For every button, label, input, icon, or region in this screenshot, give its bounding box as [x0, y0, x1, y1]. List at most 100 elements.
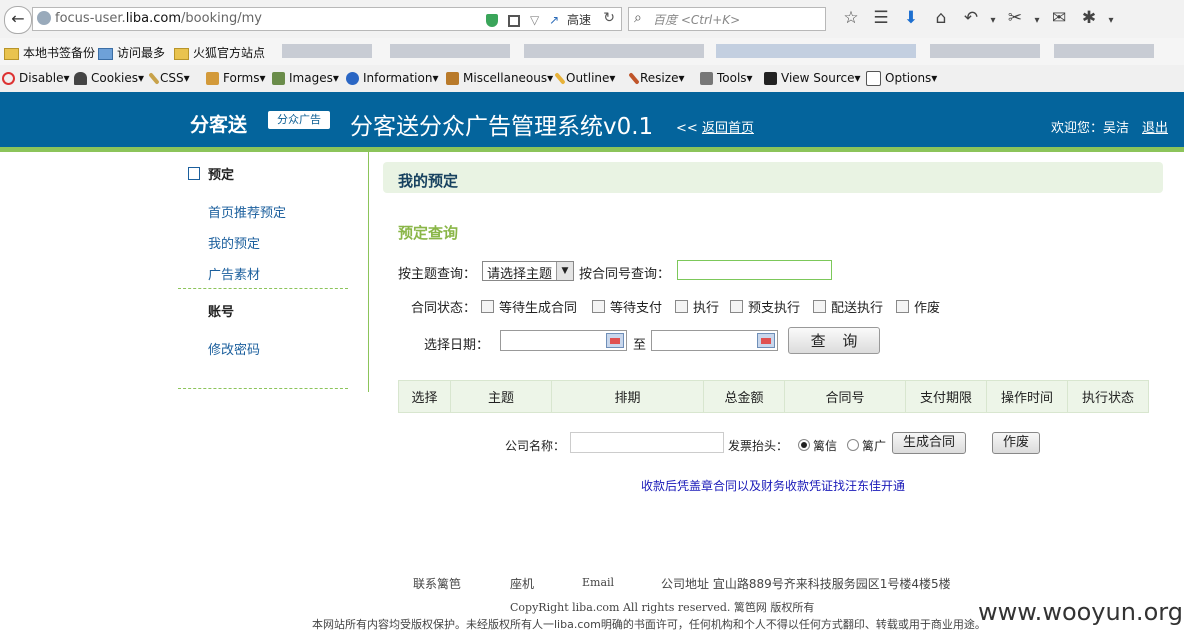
devbar-images[interactable]: Images▾	[272, 71, 339, 85]
devbar-forms[interactable]: Forms▾	[206, 71, 266, 85]
document-icon	[188, 167, 200, 180]
bookmark-item[interactable]: 火狐官方站点	[174, 44, 265, 61]
sidebar-section-booking: 预定	[208, 168, 235, 183]
sidebar-divider	[178, 388, 348, 389]
invoice-label: 发票抬头：	[728, 439, 789, 453]
company-label: 公司名称：	[505, 439, 566, 453]
blurred-bookmark	[282, 44, 372, 58]
radio-icon	[798, 439, 810, 451]
download-icon[interactable]: ⬇	[896, 8, 926, 28]
devbar-information[interactable]: Information▾	[346, 71, 439, 85]
bookmark-item[interactable]: 本地书签备份	[4, 44, 95, 61]
speed-label[interactable]: 高速	[567, 13, 591, 27]
calendar-icon[interactable]	[606, 333, 624, 348]
devbar-css[interactable]: CSS▾	[148, 71, 190, 85]
chat-icon[interactable]: ✉	[1044, 8, 1074, 28]
column-header: 操作时间	[986, 380, 1068, 413]
status-checkbox-pending-payment[interactable]: 等待支付	[592, 297, 662, 316]
checkbox-icon	[592, 300, 605, 313]
status-checkbox-prepaid[interactable]: 预支执行	[730, 297, 800, 316]
sidebar-item-ad-material[interactable]: 广告素材	[208, 264, 260, 283]
shield-icon[interactable]	[486, 14, 499, 27]
undo-icon[interactable]: ↶	[956, 8, 986, 28]
images-icon	[272, 72, 285, 85]
forms-icon	[206, 72, 219, 85]
end-date-input[interactable]	[651, 330, 778, 351]
speed-icon[interactable]: ↗	[549, 13, 559, 27]
devbar-view-source[interactable]: View Source▾	[764, 71, 861, 85]
status-checkbox-executing[interactable]: 执行	[675, 297, 719, 316]
globe-icon	[37, 11, 51, 25]
generate-contract-button[interactable]: 生成合同	[892, 432, 966, 454]
site-header: 分客送 分众广告 分客送分众广告管理系统v0.1 << 返回首页 欢迎您：吴洁 …	[0, 92, 1184, 147]
menu-arrow-icon[interactable]: ▾	[986, 15, 1000, 26]
blurred-bookmark	[1054, 44, 1154, 58]
contract-number-input[interactable]	[677, 260, 832, 280]
sidebar-item-my-booking[interactable]: 我的预定	[208, 233, 260, 252]
company-name-input[interactable]	[570, 432, 724, 453]
devbar-outline[interactable]: Outline▾	[554, 71, 615, 85]
query-button[interactable]: 查 询	[788, 327, 880, 354]
sidebar-item-home-recommend[interactable]: 首页推荐预定	[208, 202, 286, 221]
outline-icon	[554, 72, 566, 85]
devbar-options[interactable]: Options▾	[866, 71, 937, 86]
notice-text: 收款后凭盖章合同以及财务收款凭证找汪东佳开通	[641, 479, 906, 493]
date-to-label: 至	[633, 338, 647, 353]
start-date-input[interactable]	[500, 330, 627, 351]
home-icon[interactable]: ⌂	[926, 8, 956, 28]
footer-link-contact[interactable]: 联系篱笆	[413, 575, 461, 592]
back-home-link[interactable]: 返回首页	[702, 121, 754, 136]
crop-icon[interactable]: ✂	[1000, 8, 1030, 28]
web-developer-toolbar: Disable▾ Cookies▾ CSS▾ Forms▾ Images▾ In…	[0, 65, 1184, 93]
booking-table: 选择 主题 排期 总金额 合同号 支付期限 操作时间 执行状态	[398, 380, 1149, 413]
checkbox-icon	[813, 300, 826, 313]
invoice-radio-liguang[interactable]: 篱广	[847, 437, 886, 454]
bookmark-star-icon[interactable]: ☆	[836, 8, 866, 28]
blurred-bookmark	[716, 44, 916, 58]
bookmarks-bar: 本地书签备份 访问最多 火狐官方站点	[0, 38, 1184, 66]
blurred-bookmark	[390, 44, 510, 58]
folder-icon	[4, 47, 19, 60]
column-header: 选择	[398, 380, 451, 413]
status-checkbox-pending-contract[interactable]: 等待生成合同	[481, 297, 577, 316]
devbar-disable[interactable]: Disable▾	[2, 71, 70, 85]
sidebar-item-change-password[interactable]: 修改密码	[208, 339, 260, 358]
bug-icon[interactable]: ✱	[1074, 8, 1104, 28]
logo-tag: 分众广告	[268, 111, 330, 129]
footer-link-phone[interactable]: 座机	[510, 575, 534, 592]
topic-select[interactable]: 请选择主题 ▼	[482, 261, 574, 282]
bookmark-item[interactable]: 访问最多	[98, 44, 165, 61]
menu-arrow-icon[interactable]: ▾	[1104, 15, 1118, 26]
topic-label: 按主题查询：	[398, 267, 477, 282]
resize-icon	[628, 72, 640, 85]
status-checkbox-void[interactable]: 作废	[896, 297, 940, 316]
disable-icon	[2, 72, 15, 85]
search-box[interactable]: ⌕ 百度 <Ctrl+K>	[628, 7, 826, 31]
menu-arrow-icon[interactable]: ▾	[1030, 15, 1044, 26]
dropdown-arrow-icon[interactable]: ▽	[530, 13, 539, 27]
calendar-icon[interactable]	[757, 333, 775, 348]
browser-toolbar: ← focus-user.liba.com/booking/my ▽ ↗ 高速 …	[0, 0, 1184, 39]
logout-link[interactable]: 退出	[1142, 117, 1168, 136]
topic-select-value: 请选择主题	[487, 267, 553, 282]
options-icon	[866, 71, 881, 86]
devbar-tools[interactable]: Tools▾	[700, 71, 753, 85]
footer-legal: 本网站所有内容均受版权保护。未经版权所有人一liba.com明确的书面许可，任何…	[312, 618, 986, 631]
reload-icon[interactable]: ↻	[603, 10, 615, 26]
reading-list-icon[interactable]: ☰	[866, 8, 896, 28]
blurred-bookmark	[930, 44, 1040, 58]
sidebar-section-account: 账号	[208, 305, 235, 320]
qr-code-icon[interactable]	[508, 14, 521, 27]
footer-link-email[interactable]: Email	[582, 576, 614, 589]
back-arrow-icon[interactable]: ←	[4, 6, 32, 34]
watermark: www.wooyun.org	[978, 598, 1183, 626]
devbar-cookies[interactable]: Cookies▾	[74, 71, 144, 85]
blurred-bookmark	[524, 44, 704, 58]
devbar-miscellaneous[interactable]: Miscellaneous▾	[446, 71, 553, 85]
devbar-resize[interactable]: Resize▾	[628, 71, 684, 85]
information-icon	[346, 72, 359, 85]
status-checkbox-delivery[interactable]: 配送执行	[813, 297, 883, 316]
address-bar[interactable]: focus-user.liba.com/booking/my ▽ ↗ 高速 ↻	[32, 7, 622, 31]
invoice-radio-lixin[interactable]: 篱信	[798, 437, 837, 454]
void-button[interactable]: 作废	[992, 432, 1040, 454]
